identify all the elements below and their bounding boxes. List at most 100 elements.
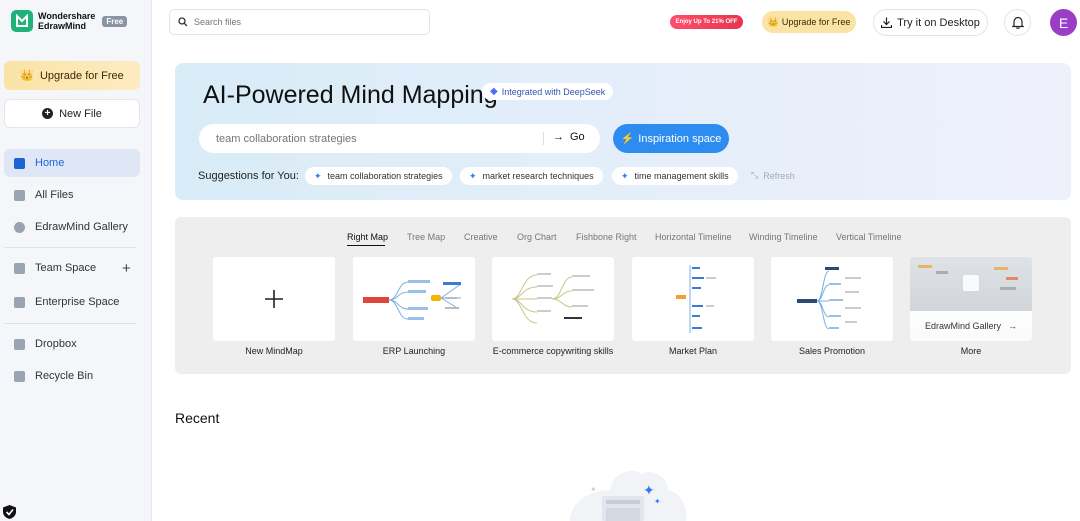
new-mindmap-card[interactable]: [213, 257, 335, 341]
sidebar-item-home[interactable]: Home: [4, 149, 140, 177]
user-avatar[interactable]: E: [1050, 9, 1077, 36]
card-label: ERP Launching: [382, 346, 446, 356]
suggestion-chip-label: market research techniques: [482, 171, 594, 181]
arrow-right-icon: →: [1008, 321, 1018, 331]
template-card-market-plan[interactable]: [632, 257, 754, 341]
ecommerce-thumbnail: [511, 273, 594, 324]
brand-line1: Wondershare: [38, 11, 96, 21]
sidebar-item-team-space[interactable]: Team Space: [4, 254, 140, 282]
gallery-more-card[interactable]: EdrawMind Gallery →: [910, 257, 1032, 341]
discount-badge[interactable]: Enjoy Up To 21% OFF: [670, 15, 743, 29]
sparkle-icon: ✦: [469, 170, 477, 181]
template-card-ecommerce[interactable]: [492, 257, 614, 341]
suggestion-chip[interactable]: ✦ time management skills: [612, 167, 738, 185]
empty-state-illustration: ✦ ✦ ✦: [570, 470, 687, 521]
active-tab-indicator: [347, 245, 385, 246]
sidebar-item-recycle-bin[interactable]: Recycle Bin: [4, 362, 140, 390]
refresh-icon: ⤡: [751, 170, 759, 180]
file-icon: [14, 189, 25, 201]
card-label: E-commerce copywriting skills: [492, 346, 614, 356]
new-file-button[interactable]: + New File: [4, 99, 140, 128]
sidebar-item-enterprise-space[interactable]: Enterprise Space: [4, 288, 140, 316]
plus-circle-icon: +: [42, 108, 54, 119]
building-icon: [14, 296, 25, 308]
home-icon: [14, 157, 25, 169]
card-label: New MindMap: [245, 346, 303, 356]
trash-icon: [14, 370, 25, 382]
gallery-link[interactable]: EdrawMind Gallery →: [910, 311, 1032, 341]
tab-horizontal-timeline[interactable]: Horizontal Timeline: [655, 232, 732, 242]
search-box[interactable]: [169, 9, 430, 35]
arrow-right-icon: →: [553, 131, 564, 143]
ai-prompt-box[interactable]: → Go: [199, 124, 600, 153]
suggestion-chip[interactable]: ✦ market research techniques: [460, 167, 603, 185]
tab-tree-map[interactable]: Tree Map: [407, 232, 445, 242]
ai-prompt-input[interactable]: [216, 132, 536, 145]
hero-title: AI-Powered Mind Mapping: [203, 81, 498, 109]
tab-vertical-timeline[interactable]: Vertical Timeline: [836, 232, 902, 242]
tab-fishbone-right[interactable]: Fishbone Right: [576, 232, 637, 242]
try-desktop-label: Try it on Desktop: [897, 16, 980, 29]
suggestion-chip[interactable]: ✦ team collaboration strategies: [305, 167, 452, 185]
template-panel: Right Map Tree Map Creative Org Chart Fi…: [175, 217, 1071, 374]
brand-line2: EdrawMind: [38, 21, 87, 31]
recent-heading: Recent: [175, 410, 220, 426]
card-label: Market Plan: [668, 346, 718, 356]
search-input[interactable]: [194, 17, 414, 27]
suggestion-chip-label: team collaboration strategies: [327, 171, 443, 181]
sparkle-icon: ✦: [621, 170, 629, 181]
refresh-button[interactable]: ⤡ Refresh: [751, 170, 795, 181]
top-upgrade-label: Upgrade for Free: [781, 17, 851, 27]
template-card-erp-launching[interactable]: [353, 257, 475, 341]
crown-icon: 👑: [767, 16, 779, 27]
app-root: Wondershare EdrawMind Free 👑 Upgrade for…: [0, 0, 1080, 521]
plus-icon: [265, 290, 283, 308]
brand-name: Wondershare EdrawMind: [38, 11, 95, 31]
sparkle-icon: ✦: [314, 170, 322, 181]
sidebar-upgrade-button[interactable]: 👑 Upgrade for Free: [4, 61, 140, 90]
ai-hero-panel: AI-Powered Mind Mapping ◆ Integrated wit…: [175, 63, 1071, 200]
sidebar: Wondershare EdrawMind Free 👑 Upgrade for…: [0, 0, 152, 521]
inspiration-space-button[interactable]: ⚡ Inspiration space: [613, 124, 729, 153]
tab-creative[interactable]: Creative: [464, 232, 498, 242]
sparkle-icon: ✦: [654, 497, 661, 506]
sidebar-item-gallery[interactable]: EdrawMind Gallery: [4, 213, 140, 241]
sales-promotion-thumbnail: [797, 267, 861, 330]
sidebar-item-all-files[interactable]: All Files: [4, 181, 140, 209]
sidebar-item-label: Home: [35, 157, 65, 169]
sidebar-item-label: Recycle Bin: [35, 370, 94, 382]
lightning-icon: ⚡: [620, 133, 635, 145]
erp-thumbnail: [363, 280, 462, 320]
gallery-link-label: EdrawMind Gallery: [925, 321, 1002, 331]
template-card-sales-promotion[interactable]: [771, 257, 893, 341]
dropbox-icon: [14, 338, 25, 350]
sparkle-icon: ✦: [590, 485, 597, 494]
refresh-label: Refresh: [763, 170, 795, 181]
search-icon: [178, 17, 188, 27]
tab-org-chart[interactable]: Org Chart: [517, 232, 557, 242]
add-team-icon[interactable]: +: [122, 260, 131, 277]
brand-logo-block[interactable]: Wondershare EdrawMind Free: [11, 10, 128, 32]
sidebar-item-label: Dropbox: [35, 338, 77, 350]
sidebar-upgrade-label: Upgrade for Free: [39, 69, 124, 82]
go-divider: [543, 132, 544, 145]
tab-winding-timeline[interactable]: Winding Timeline: [749, 232, 818, 242]
deepseek-whale-icon: ◆: [490, 86, 498, 97]
suggestion-chip-label: time management skills: [634, 171, 729, 181]
crown-icon: 👑: [20, 70, 34, 82]
go-button[interactable]: → Go: [553, 131, 585, 143]
market-plan-thumbnail: [676, 265, 716, 333]
sidebar-divider: [4, 323, 136, 324]
card-label: More: [960, 346, 982, 356]
tab-right-map[interactable]: Right Map: [347, 232, 388, 242]
notification-button[interactable]: [1004, 9, 1031, 36]
top-upgrade-button[interactable]: 👑 Upgrade for Free: [762, 11, 856, 33]
sidebar-item-label: Enterprise Space: [35, 296, 120, 308]
try-desktop-button[interactable]: Try it on Desktop: [873, 9, 988, 36]
new-file-label: New File: [59, 107, 102, 120]
download-icon: [881, 17, 893, 28]
deepseek-badge[interactable]: ◆ Integrated with DeepSeek: [482, 83, 614, 100]
shield-icon[interactable]: [3, 505, 16, 519]
sidebar-item-dropbox[interactable]: Dropbox: [4, 330, 140, 358]
card-label: Sales Promotion: [798, 346, 866, 356]
